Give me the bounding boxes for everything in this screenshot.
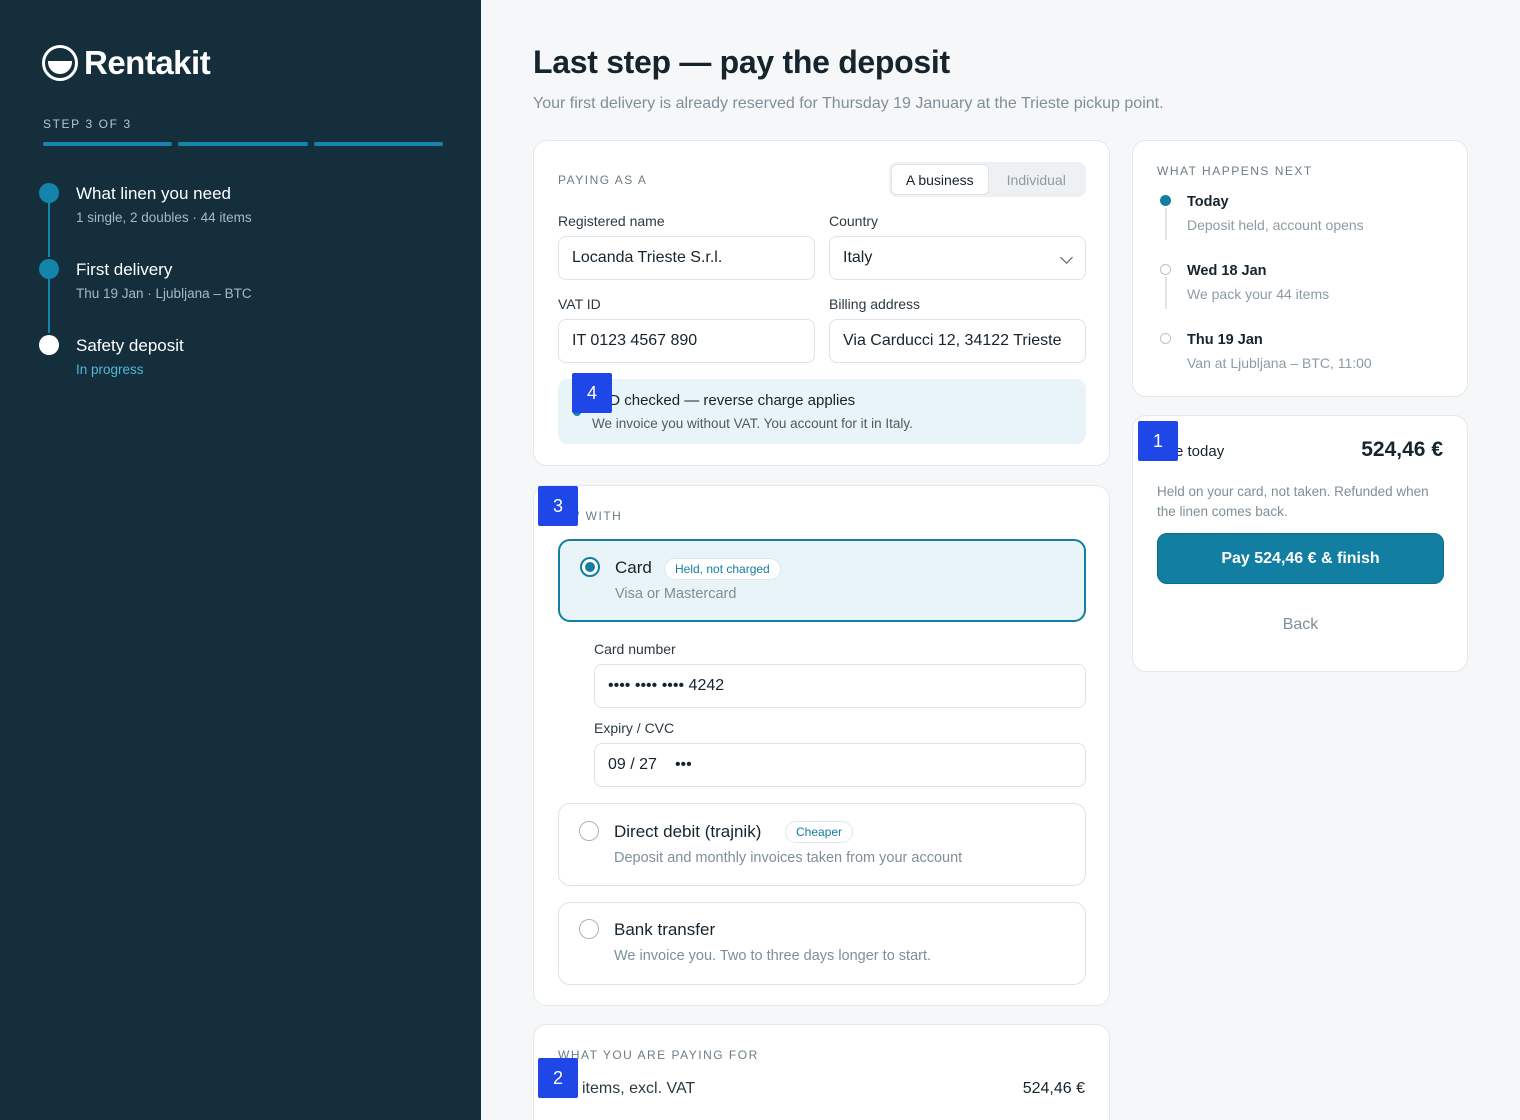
chevron-down-icon — [1060, 251, 1073, 264]
step-summary: Thu 19 Jan · Ljubljana – BTC — [76, 286, 252, 301]
step-status: In progress — [76, 362, 144, 377]
timeline-title: Wed 18 Jan — [1187, 263, 1267, 279]
bank-transfer-option[interactable]: Bank transfer We invoice you. Two to thr… — [558, 902, 1086, 985]
direct-debit-title: Direct debit (trajnik) — [614, 822, 762, 841]
page-title: Last step — pay the deposit — [533, 44, 950, 80]
back-button[interactable]: Back — [1157, 610, 1444, 640]
billing-address-field[interactable]: Via Carducci 12, 34122 Trieste — [829, 319, 1086, 363]
due-label: e today — [1175, 443, 1225, 460]
country-label: Country — [829, 213, 879, 229]
what-happens-next-card: WHAT HAPPENS NEXT Today Deposit held, ac… — [1132, 140, 1468, 397]
step-connector — [48, 203, 50, 257]
paying-for-card: WHAT YOU ARE PAYING FOR items, excl. VAT… — [533, 1024, 1110, 1120]
country-select[interactable]: Italy — [829, 236, 1086, 280]
pay-finish-button[interactable]: Pay 524,46 € & finish — [1157, 533, 1444, 584]
progress-bar — [43, 142, 443, 146]
progress-segment — [178, 142, 308, 146]
timeline-dot-icon — [1160, 195, 1171, 206]
card-number-label: Card number — [594, 641, 676, 657]
sidebar: Rentakit STEP 3 OF 3 What linen you need… — [0, 0, 481, 1120]
bank-transfer-radio[interactable] — [579, 919, 599, 939]
progress-segment — [313, 142, 443, 146]
paying-for-label: WHAT YOU ARE PAYING FOR — [558, 1048, 759, 1062]
due-note: Held on your card, not taken. Refunded w… — [1157, 484, 1429, 519]
registered-name-label: Registered name — [558, 213, 665, 229]
step-linen[interactable]: What linen you need 1 single, 2 doubles … — [38, 182, 252, 258]
vat-label: VAT ID — [558, 296, 601, 312]
brand-name: Rentakit — [84, 44, 211, 81]
pay-with-label: / WITH — [576, 509, 623, 523]
timeline-sub: Van at Ljubljana – BTC, 11:00 — [1187, 355, 1372, 371]
billing-label: Billing address — [829, 296, 921, 312]
registered-name-field[interactable]: Locanda Trieste S.r.l. — [558, 236, 815, 280]
step-current-dot — [39, 335, 59, 355]
vat-notice-title: T ID checked — reverse charge applies — [592, 392, 856, 409]
step-counter: STEP 3 OF 3 — [43, 117, 132, 131]
expiry-cvc-field[interactable]: 09 / 27 ••• — [594, 743, 1086, 787]
held-badge: Held, not charged — [664, 558, 781, 580]
step-done-dot — [39, 259, 59, 279]
individual-option[interactable]: Individual — [989, 164, 1085, 195]
direct-debit-option[interactable]: Direct debit (trajnik) Cheaper Deposit a… — [558, 803, 1086, 886]
line-item-amount: 524,46 € — [1022, 1080, 1085, 1097]
card-option[interactable]: Card Held, not charged Visa or Mastercar… — [558, 539, 1086, 622]
expiry-label: Expiry / CVC — [594, 720, 675, 736]
timeline-connector — [1165, 208, 1167, 240]
card-option-title: Card — [615, 558, 652, 577]
vat-notice-text: We invoice you without VAT. You account … — [592, 416, 913, 431]
annotation-marker-3: 3 — [538, 486, 578, 526]
cheaper-badge: Cheaper — [785, 821, 854, 843]
timeline-connector — [1165, 277, 1167, 309]
vat-check-notice: T ID checked — reverse charge applies We… — [558, 379, 1086, 444]
card-radio[interactable] — [580, 557, 600, 577]
country-value: Italy — [843, 249, 873, 266]
step-title: Safety deposit — [76, 336, 184, 355]
pay-with-card: / WITH Card Held, not charged Visa or Ma… — [533, 485, 1110, 1006]
page-subtitle: Your first delivery is already reserved … — [533, 95, 1164, 112]
bank-transfer-title: Bank transfer — [614, 920, 716, 939]
direct-debit-sub: Deposit and monthly invoices taken from … — [614, 850, 963, 866]
expiry-value: 09 / 27 — [608, 756, 657, 773]
timeline-dot-icon — [1160, 333, 1171, 344]
annotation-marker-1: 1 — [1138, 421, 1178, 461]
line-item-label: items, excl. VAT — [582, 1080, 696, 1097]
brand-logo[interactable]: Rentakit — [42, 44, 211, 82]
step-summary: 1 single, 2 doubles · 44 items — [76, 210, 252, 225]
due-today-card: e today 524,46 € Held on your card, not … — [1132, 415, 1468, 672]
step-delivery[interactable]: First delivery Thu 19 Jan · Ljubljana – … — [38, 258, 252, 334]
progress-segment — [43, 142, 173, 146]
step-connector — [48, 279, 50, 333]
direct-debit-radio[interactable] — [579, 821, 599, 841]
vat-field[interactable]: IT 0123 4567 890 — [558, 319, 815, 363]
card-number-field[interactable]: •••• •••• •••• 4242 — [594, 664, 1086, 708]
cvc-value: ••• — [674, 756, 692, 773]
step-done-dot — [39, 183, 59, 203]
annotation-marker-2: 2 — [538, 1058, 578, 1098]
timeline-title: Today — [1187, 194, 1229, 210]
timeline-title: Thu 19 Jan — [1187, 332, 1263, 348]
annotation-marker-4: 4 — [572, 373, 612, 413]
paying-as-label: PAYING AS A — [558, 173, 648, 187]
due-amount: 524,46 € — [1361, 438, 1443, 461]
bank-transfer-sub: We invoice you. Two to three days longer… — [614, 948, 932, 964]
card-option-sub: Visa or Mastercard — [615, 586, 737, 602]
timeline-dot-icon — [1160, 264, 1171, 275]
step-title: What linen you need — [76, 184, 231, 203]
step-list: What linen you need 1 single, 2 doubles … — [38, 182, 252, 410]
next-label: WHAT HAPPENS NEXT — [1157, 164, 1313, 178]
step-deposit: Safety deposit In progress — [38, 334, 252, 410]
customer-type-toggle: A business Individual — [889, 162, 1086, 197]
timeline-sub: We pack your 44 items — [1187, 286, 1330, 302]
rentakit-logo-icon — [42, 45, 78, 81]
business-option[interactable]: A business — [891, 164, 989, 195]
paying-as-card: PAYING AS A A business Individual Regist… — [533, 140, 1110, 466]
step-title: First delivery — [76, 260, 173, 279]
timeline-sub: Deposit held, account opens — [1187, 217, 1364, 233]
